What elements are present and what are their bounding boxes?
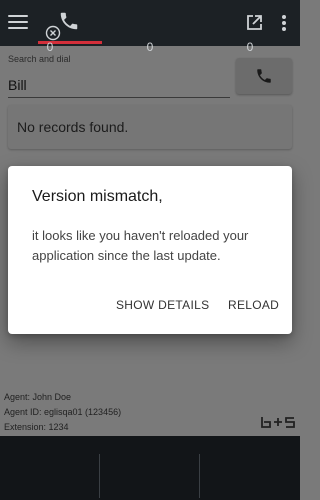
divider bbox=[199, 454, 200, 498]
counter-1: 0 bbox=[46, 40, 54, 54]
agent-info: Agent: John Doe Agent ID: eglisqa01 (123… bbox=[4, 390, 121, 435]
dialog-body: it looks like you haven't reloaded your … bbox=[32, 228, 249, 263]
brand-logo bbox=[261, 417, 295, 428]
no-records-text: No records found. bbox=[17, 119, 129, 135]
divider bbox=[99, 454, 100, 498]
counter-3: 0 bbox=[246, 40, 254, 54]
version-mismatch-dialog: Version mismatch, it looks like you have… bbox=[8, 166, 292, 334]
agent-id: Agent ID: eglisqa01 (123456) bbox=[4, 407, 122, 417]
bottom-bar bbox=[0, 436, 300, 500]
results-card: No records found. bbox=[8, 105, 292, 149]
dialog-title: Version mismatch, bbox=[32, 188, 163, 205]
counter-2: 0 bbox=[146, 40, 154, 54]
phone-icon bbox=[257, 69, 271, 83]
agent-extension: Extension: 1234 bbox=[4, 422, 69, 432]
reload-button[interactable]: RELOAD bbox=[228, 298, 279, 312]
show-details-button[interactable]: SHOW DETAILS bbox=[116, 298, 209, 312]
dial-button[interactable] bbox=[236, 58, 292, 94]
search-input[interactable] bbox=[8, 72, 230, 98]
agent-name: Agent: John Doe bbox=[4, 392, 72, 402]
